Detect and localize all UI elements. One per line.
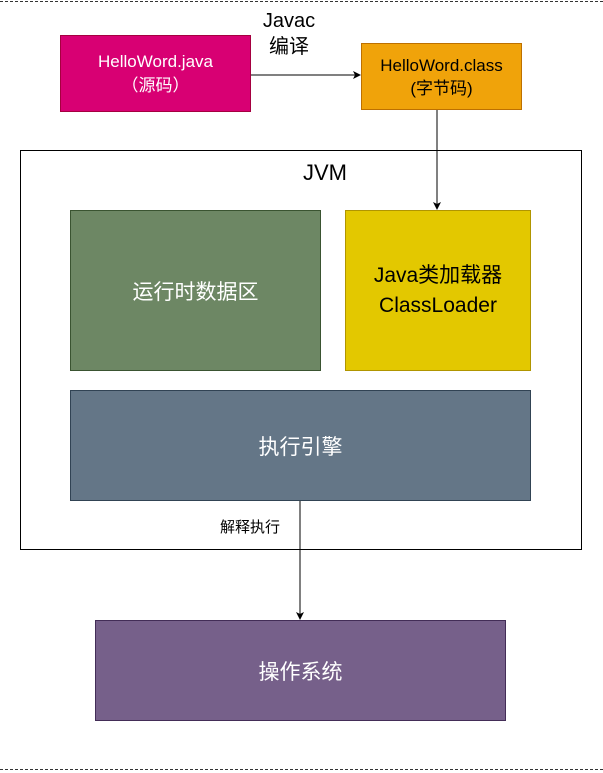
execution-engine-label: 执行引擎 (258, 435, 343, 459)
source-file-note: （源码） (121, 75, 190, 95)
os-label: 操作系统 (258, 660, 343, 684)
compile-label: Javac 编译 (250, 8, 328, 60)
jvm-title: JVM (303, 160, 347, 185)
source-file-box: HelloWord.java （源码） (60, 35, 251, 112)
source-file-name: HelloWord.java (98, 51, 213, 71)
class-file-note: (字节码) (410, 78, 473, 98)
runtime-data-area-label: 运行时数据区 (132, 280, 259, 304)
class-loader-box: Java类加载器 ClassLoader (345, 210, 531, 371)
os-box: 操作系统 (95, 620, 506, 721)
interpret-label: 解释执行 (219, 519, 280, 536)
class-loader-label: Java类加载器 (373, 263, 503, 287)
compile-tool: Javac (262, 10, 316, 32)
execution-engine-box: 执行引擎 (70, 390, 531, 501)
runtime-data-area-box: 运行时数据区 (70, 210, 321, 371)
class-file-name: HelloWord.class (380, 55, 503, 75)
compile-action: 编译 (269, 36, 309, 58)
class-loader-name: ClassLoader (379, 293, 497, 317)
class-file-box: HelloWord.class (字节码) (361, 43, 522, 110)
